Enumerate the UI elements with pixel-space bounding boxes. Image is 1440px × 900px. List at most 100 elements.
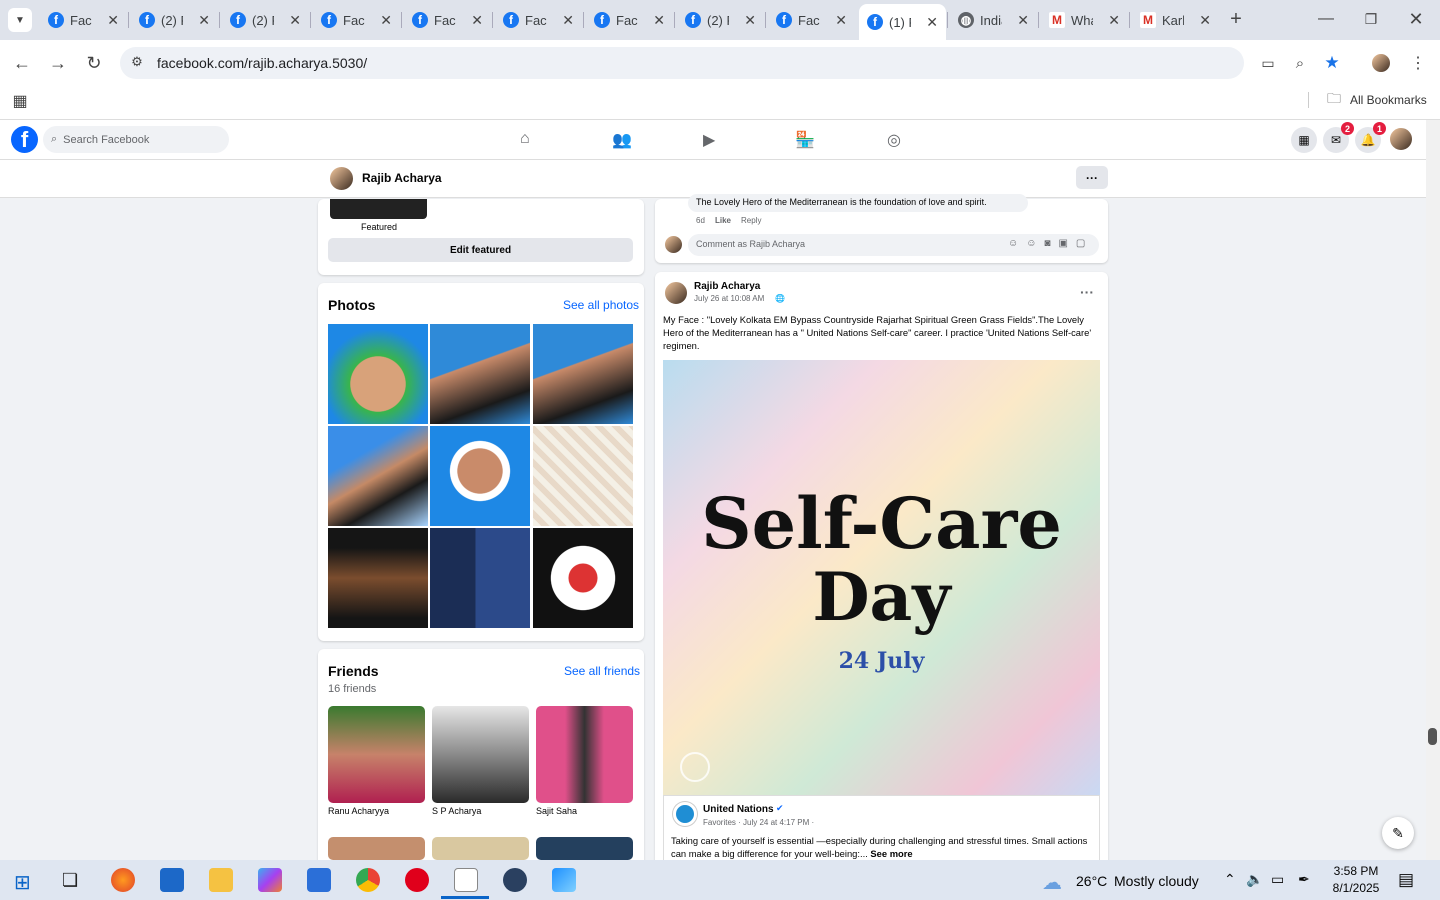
tab-close-icon[interactable]: ✕ xyxy=(653,12,665,29)
firefox-icon[interactable] xyxy=(111,868,135,892)
weather-desc[interactable]: Mostly cloudy xyxy=(1114,873,1199,889)
friend-photo-4[interactable] xyxy=(328,837,425,860)
restore-icon[interactable]: ❐ xyxy=(1361,9,1381,29)
friend-name-3[interactable]: Sajit Saha xyxy=(536,806,577,816)
browser-tab[interactable]: f (2) Facebook ✕ xyxy=(131,6,218,34)
friends-icon[interactable]: 👥 xyxy=(612,130,632,150)
forward-icon[interactable]: → xyxy=(48,53,68,73)
all-bookmarks-link[interactable]: All Bookmarks xyxy=(1350,93,1427,107)
post-author[interactable]: Rajib Acharya xyxy=(694,281,760,292)
featured-thumbnail[interactable] xyxy=(330,199,427,219)
marketplace-icon[interactable]: 🏪 xyxy=(795,130,815,150)
tab-close-icon[interactable]: ✕ xyxy=(107,12,119,29)
post-options-icon[interactable]: ··· xyxy=(1080,284,1094,300)
pen-icon[interactable]: ✒ xyxy=(1298,871,1310,888)
post-author-avatar[interactable] xyxy=(663,280,689,306)
browser-tab[interactable]: ◍ India ✕ xyxy=(950,6,1037,34)
tab-close-icon[interactable]: ✕ xyxy=(744,12,756,29)
reload-icon[interactable]: ↻ xyxy=(84,53,104,73)
notification-center-icon[interactable]: ▤ xyxy=(1398,870,1414,890)
see-all-friends-link[interactable]: See all friends xyxy=(564,664,640,678)
app-icon-blue[interactable] xyxy=(160,868,184,892)
minimize-icon[interactable]: — xyxy=(1316,9,1336,29)
windows-start-icon[interactable]: ⊞ xyxy=(14,870,31,895)
photo-3[interactable] xyxy=(533,324,633,424)
video-icon[interactable]: ▶ xyxy=(703,130,715,150)
browser-tab[interactable]: M What ✕ xyxy=(1041,6,1128,34)
friend-photo-6[interactable] xyxy=(536,837,633,860)
network-icon[interactable]: ▭ xyxy=(1271,871,1284,888)
groups-icon[interactable]: ◎ xyxy=(887,130,901,150)
photo-7[interactable] xyxy=(328,528,428,628)
comment-like-link[interactable]: Like xyxy=(715,216,731,225)
united-nations-avatar[interactable] xyxy=(673,802,697,826)
notepad-icon[interactable] xyxy=(454,868,478,892)
scrollbar-thumb[interactable] xyxy=(1428,728,1437,745)
chrome-menu-icon[interactable]: ⋮ xyxy=(1408,53,1428,73)
copilot-icon[interactable] xyxy=(258,868,282,892)
profile-name[interactable]: Rajib Acharya xyxy=(362,171,442,185)
tab-close-icon[interactable]: ✕ xyxy=(835,12,847,29)
tab-close-icon[interactable]: ✕ xyxy=(198,12,210,29)
clock-time[interactable]: 3:58 PM xyxy=(1333,864,1379,878)
photo-5[interactable] xyxy=(430,426,530,526)
page-scrollbar[interactable] xyxy=(1426,120,1440,860)
zoom-icon[interactable]: ⌕ xyxy=(1290,53,1310,73)
new-message-compose-icon[interactable]: ✎ xyxy=(1382,817,1414,849)
browser-tab[interactable]: f (2) Facebook ✕ xyxy=(222,6,309,34)
friend-name-1[interactable]: Ranu Acharyya xyxy=(328,806,389,816)
clock-date[interactable]: 8/1/2025 xyxy=(1331,881,1381,895)
friend-name-2[interactable]: S P Acharya xyxy=(432,806,481,816)
volume-icon[interactable]: 🔈 xyxy=(1246,871,1263,888)
browser-tab[interactable]: f Facebook ✕ xyxy=(404,6,491,34)
site-info-icon[interactable]: ⚙ xyxy=(128,53,146,71)
tab-close-icon[interactable]: ✕ xyxy=(289,12,301,29)
photo-2[interactable] xyxy=(430,324,530,424)
weather-temp[interactable]: 26°C xyxy=(1076,873,1107,889)
tab-close-icon[interactable]: ✕ xyxy=(926,14,938,31)
back-icon[interactable]: ← xyxy=(12,53,32,73)
new-tab-plus-icon[interactable]: + xyxy=(1226,8,1246,30)
apps-grid-icon[interactable]: ▦ xyxy=(10,91,30,111)
tab-close-icon[interactable]: ✕ xyxy=(1108,12,1120,29)
photo-4[interactable] xyxy=(328,426,428,526)
opera-icon[interactable] xyxy=(405,868,429,892)
task-view-icon[interactable]: ❏ xyxy=(62,870,78,891)
photo-9[interactable] xyxy=(533,528,633,628)
account-avatar[interactable] xyxy=(1388,126,1414,152)
see-all-photos-link[interactable]: See all photos xyxy=(563,298,639,312)
profile-more-button[interactable]: ··· xyxy=(1076,166,1108,189)
tab-search-chevron-icon[interactable]: ▼ xyxy=(8,8,32,32)
browser-tab[interactable]: f Facebook ✕ xyxy=(768,6,855,34)
browser-tab[interactable]: f (1) Facebook ✕ xyxy=(859,4,946,40)
browser-tab[interactable]: f Facebook ✕ xyxy=(40,6,127,34)
install-app-icon[interactable]: ▭ xyxy=(1258,53,1278,73)
post-time[interactable]: July 26 at 10:08 AM xyxy=(694,294,764,303)
photo-6[interactable] xyxy=(533,426,633,526)
photos-app-icon[interactable] xyxy=(552,868,576,892)
home-icon[interactable]: ⌂ xyxy=(520,130,530,148)
close-window-icon[interactable]: ✕ xyxy=(1406,9,1426,29)
see-more-link[interactable]: See more xyxy=(870,848,912,859)
chrome-profile-avatar[interactable] xyxy=(1370,52,1392,74)
store-icon[interactable] xyxy=(307,868,331,892)
facebook-search-input[interactable]: ⌕ Search Facebook xyxy=(43,126,229,153)
weather-cloud-icon[interactable]: ☁ xyxy=(1042,870,1062,895)
tab-close-icon[interactable]: ✕ xyxy=(380,12,392,29)
profile-avatar[interactable] xyxy=(328,165,355,192)
tab-close-icon[interactable]: ✕ xyxy=(471,12,483,29)
file-explorer-icon[interactable] xyxy=(209,868,233,892)
menu-grid-icon[interactable]: ▦ xyxy=(1291,127,1317,153)
browser-tab[interactable]: f Facebook ✕ xyxy=(313,6,400,34)
friend-photo-1[interactable] xyxy=(328,706,425,803)
comment-reply-link[interactable]: Reply xyxy=(741,216,761,225)
tray-chevron-icon[interactable]: ⌃ xyxy=(1224,871,1236,888)
browser-tab[interactable]: f (2) Facebook ✕ xyxy=(677,6,764,34)
friend-photo-3[interactable] xyxy=(536,706,633,803)
edit-featured-button[interactable]: Edit featured xyxy=(328,238,633,262)
tab-close-icon[interactable]: ✕ xyxy=(1199,12,1211,29)
comment-tools-icons[interactable]: ☺☺◙▣▢ xyxy=(1008,238,1093,249)
browser-tab[interactable]: f Facebook ✕ xyxy=(495,6,582,34)
facebook-logo[interactable]: f xyxy=(11,126,38,153)
browser-tab[interactable]: f Facebook ✕ xyxy=(586,6,673,34)
